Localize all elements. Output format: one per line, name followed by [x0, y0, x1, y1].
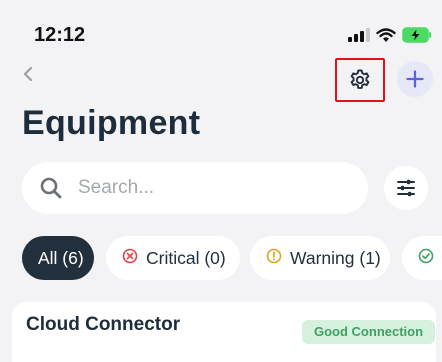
- filter-chip-label: Critical (0): [146, 247, 226, 268]
- navigation-bar: [0, 56, 442, 104]
- gear-icon: [350, 69, 370, 89]
- exclamation-circle-icon: [266, 248, 282, 269]
- cellular-signal-icon: [348, 28, 370, 42]
- wifi-icon: [376, 27, 396, 42]
- filter-chip-label: All (6): [38, 247, 84, 268]
- search-bar[interactable]: [22, 162, 368, 214]
- sliders-icon: [397, 179, 415, 197]
- filter-settings-button[interactable]: [384, 166, 428, 210]
- status-bar: 12:12: [0, 0, 442, 56]
- status-icons: [348, 25, 432, 45]
- equipment-name: Cloud Connector: [26, 314, 181, 335]
- equipment-card[interactable]: Cloud Connector Good Connection: [12, 302, 436, 362]
- search-input[interactable]: [76, 176, 340, 200]
- plus-icon: [406, 70, 424, 88]
- filter-chip-good[interactable]: [402, 236, 442, 280]
- status-badge: Good Connection: [302, 320, 436, 344]
- status-time: 12:12: [34, 24, 86, 46]
- chevron-left-icon: [23, 66, 33, 82]
- check-circle-icon: [418, 248, 434, 269]
- filter-chip-critical[interactable]: Critical (0): [106, 236, 240, 280]
- add-equipment-button[interactable]: [397, 61, 433, 97]
- filter-chips: All (6) Critical (0) Warning (1): [22, 236, 442, 282]
- battery-charging-icon: [402, 27, 431, 43]
- page-title: Equipment: [22, 104, 201, 142]
- filter-chip-warning[interactable]: Warning (1): [250, 236, 390, 280]
- filter-chip-all[interactable]: All (6): [22, 236, 94, 280]
- settings-button[interactable]: [335, 58, 385, 102]
- x-circle-icon: [122, 248, 138, 269]
- search-icon: [40, 177, 62, 199]
- filter-chip-label: Warning (1): [290, 247, 381, 268]
- back-button[interactable]: [22, 64, 34, 90]
